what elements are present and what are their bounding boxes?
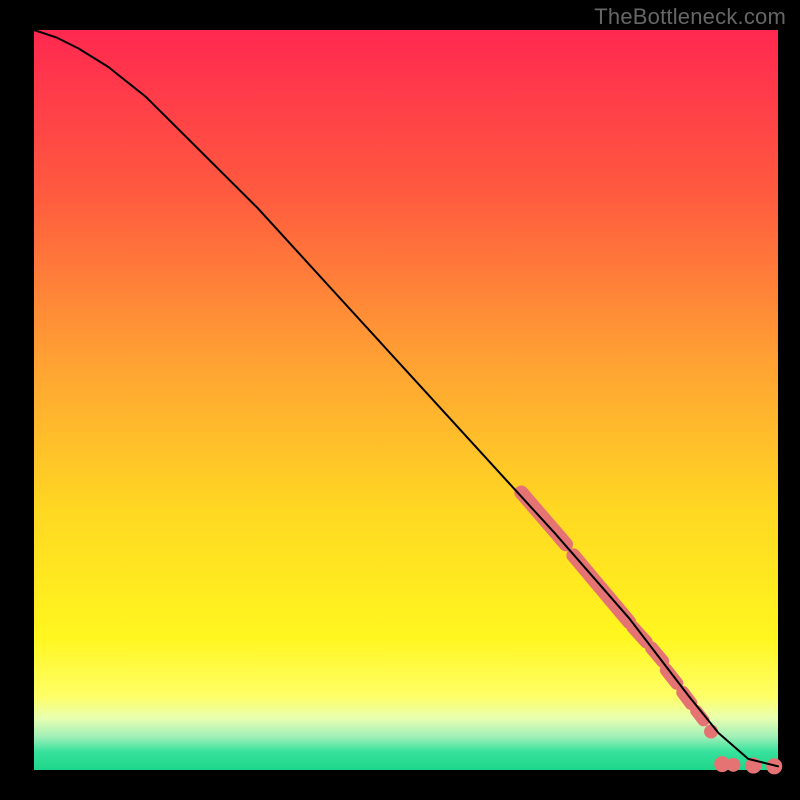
- watermark-label: TheBottleneck.com: [594, 4, 786, 30]
- highlight-dot: [726, 758, 740, 772]
- chart-svg: [0, 0, 800, 800]
- chart-stage: TheBottleneck.com: [0, 0, 800, 800]
- highlight-dot: [704, 725, 718, 739]
